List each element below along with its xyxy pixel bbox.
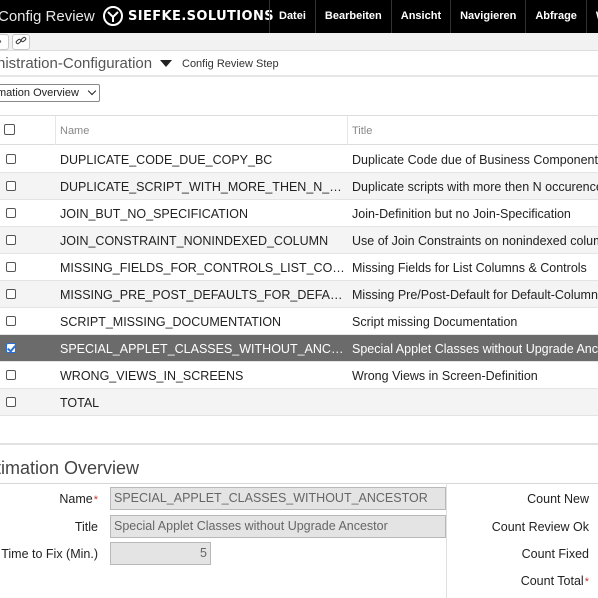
title-field[interactable]: Special Applet Classes without Upgrade A…	[110, 515, 446, 538]
table-row[interactable]: MISSING_FIELDS_FOR_CONTROLS_LIST_COLUMNS…	[0, 254, 598, 281]
row-checkbox[interactable]	[6, 316, 16, 326]
table-row[interactable]: SPECIAL_APPLET_CLASSES_WITHOUT_ANCESTOR S…	[0, 335, 598, 362]
select-all-checkbox[interactable]	[4, 124, 15, 135]
required-mark: *	[93, 494, 98, 506]
row-checkbox[interactable]	[6, 208, 16, 218]
app-title: Config Review	[0, 8, 95, 25]
column-divider	[55, 116, 56, 145]
count-new-label: Count New	[527, 492, 589, 506]
count-total-label: Count Total*	[521, 574, 589, 588]
breadcrumb: nistration-Configuration Config Review S…	[0, 51, 598, 77]
menu-navigieren[interactable]: Navigieren	[450, 0, 525, 33]
chevron-down-icon	[87, 86, 97, 96]
name-label-text: Name	[59, 492, 93, 506]
brand-logo: SIEFKE.SOLUTIONS	[103, 5, 274, 27]
row-checkbox[interactable]	[6, 370, 16, 380]
view-select-value: mation Overview	[0, 87, 79, 99]
divider	[0, 483, 598, 484]
table-row[interactable]: SCRIPT_MISSING_DOCUMENTATION Script missi…	[0, 308, 598, 335]
column-header-title[interactable]: Title	[352, 125, 372, 137]
count-fixed-label: Count Fixed	[521, 547, 589, 561]
row-title: Join-Definition but no Join-Specificatio…	[352, 207, 571, 221]
column-header-name[interactable]: Name	[60, 125, 89, 137]
row-title: Missing Fields for List Columns & Contro…	[352, 261, 587, 275]
row-name[interactable]: DUPLICATE_SCRIPT_WITH_MORE_THEN_N_OCCURE…	[60, 180, 346, 194]
menu-bearbeiten[interactable]: Bearbeiten	[314, 0, 391, 33]
row-checkbox[interactable]	[6, 181, 16, 191]
link-icon	[15, 36, 27, 45]
row-name[interactable]: MISSING_PRE_POST_DEFAULTS_FOR_DEFAULT_CO…	[60, 288, 346, 302]
row-name[interactable]: SCRIPT_MISSING_DOCUMENTATION	[60, 315, 346, 329]
name-label: Name*	[59, 492, 98, 506]
menu-datei[interactable]: Datei	[269, 0, 315, 33]
row-name[interactable]: TOTAL	[60, 396, 346, 410]
list-rows: DUPLICATE_CODE_DUE_COPY_BC Duplicate Code…	[0, 146, 598, 416]
column-divider	[446, 484, 447, 598]
back-button[interactable]: ›	[0, 34, 9, 50]
table-row[interactable]: TOTAL	[0, 389, 598, 416]
toolbar: ›	[0, 33, 598, 51]
row-checkbox[interactable]	[6, 154, 16, 164]
row-name[interactable]: DUPLICATE_CODE_DUE_COPY_BC	[60, 153, 346, 167]
table-row[interactable]: DUPLICATE_SCRIPT_WITH_MORE_THEN_N_OCCURE…	[0, 173, 598, 200]
top-bar: Config Review SIEFKE.SOLUTIONS Datei Bea…	[0, 0, 598, 33]
review-list: Name Title DUPLICATE_CODE_DUE_COPY_BC Dup…	[0, 115, 598, 416]
breadcrumb-step[interactable]: Config Review Step	[182, 58, 279, 70]
link-button[interactable]	[12, 34, 30, 50]
menu-abfrage[interactable]: Abfrage	[525, 0, 586, 33]
row-title: Missing Pre/Post-Default for Default-Col…	[352, 288, 598, 302]
table-row[interactable]: JOIN_CONSTRAINT_NONINDEXED_COLUMN Use of …	[0, 227, 598, 254]
row-title: Wrong Views in Screen-Definition	[352, 369, 538, 383]
count-total-text: Count Total	[520, 574, 584, 588]
required-mark: *	[584, 576, 589, 588]
row-title: Script missing Documentation	[352, 315, 518, 329]
row-checkbox[interactable]	[6, 289, 16, 299]
menu-window[interactable]: We	[585, 0, 598, 33]
row-title: Use of Join Constraints on nonindexed co…	[352, 234, 598, 248]
row-title: Duplicate Code due of Business Component	[352, 153, 598, 167]
time-to-fix-label: Time to Fix (Min.)	[1, 547, 98, 561]
row-name[interactable]: JOIN_BUT_NO_SPECIFICATION	[60, 207, 346, 221]
name-field[interactable]: SPECIAL_APPLET_CLASSES_WITHOUT_ANCESTOR	[110, 487, 446, 510]
row-checkbox[interactable]	[6, 262, 16, 272]
row-checkbox[interactable]	[6, 235, 16, 245]
count-review-ok-label: Count Review Ok	[491, 520, 589, 534]
menu-ansicht[interactable]: Ansicht	[390, 0, 450, 33]
title-label: Title	[74, 520, 98, 534]
view-select[interactable]: mation Overview	[0, 84, 100, 102]
main-menu: Datei Bearbeiten Ansicht Navigieren Abfr…	[269, 0, 598, 33]
caret-down-icon[interactable]	[160, 60, 172, 67]
row-name[interactable]: MISSING_FIELDS_FOR_CONTROLS_LIST_COLUMNS	[60, 261, 346, 275]
column-divider	[347, 116, 348, 145]
row-name[interactable]: SPECIAL_APPLET_CLASSES_WITHOUT_ANCESTOR	[60, 342, 346, 356]
table-row[interactable]: MISSING_PRE_POST_DEFAULTS_FOR_DEFAULT_CO…	[0, 281, 598, 308]
table-row[interactable]: DUPLICATE_CODE_DUE_COPY_BC Duplicate Code…	[0, 146, 598, 173]
row-checkbox[interactable]	[6, 343, 16, 353]
table-row[interactable]: JOIN_BUT_NO_SPECIFICATION Join-Definition…	[0, 200, 598, 227]
breadcrumb-title[interactable]: nistration-Configuration	[0, 55, 152, 72]
row-title: Special Applet Classes without Upgrade A…	[352, 342, 598, 356]
row-title: Duplicate scripts with more then N occur…	[352, 180, 598, 194]
time-to-fix-field[interactable]: 5	[110, 542, 211, 565]
row-checkbox[interactable]	[6, 397, 16, 407]
form-title: timation Overview	[0, 458, 140, 478]
row-name[interactable]: WRONG_VIEWS_IN_SCREENS	[60, 369, 346, 383]
brand-name: SIEFKE.SOLUTIONS	[128, 8, 275, 24]
table-row[interactable]: WRONG_VIEWS_IN_SCREENS Wrong Views in Scr…	[0, 362, 598, 389]
list-header: Name Title	[0, 116, 598, 145]
divider	[0, 443, 598, 445]
row-name[interactable]: JOIN_CONSTRAINT_NONINDEXED_COLUMN	[60, 234, 346, 248]
siefke-logo-icon	[103, 6, 123, 26]
